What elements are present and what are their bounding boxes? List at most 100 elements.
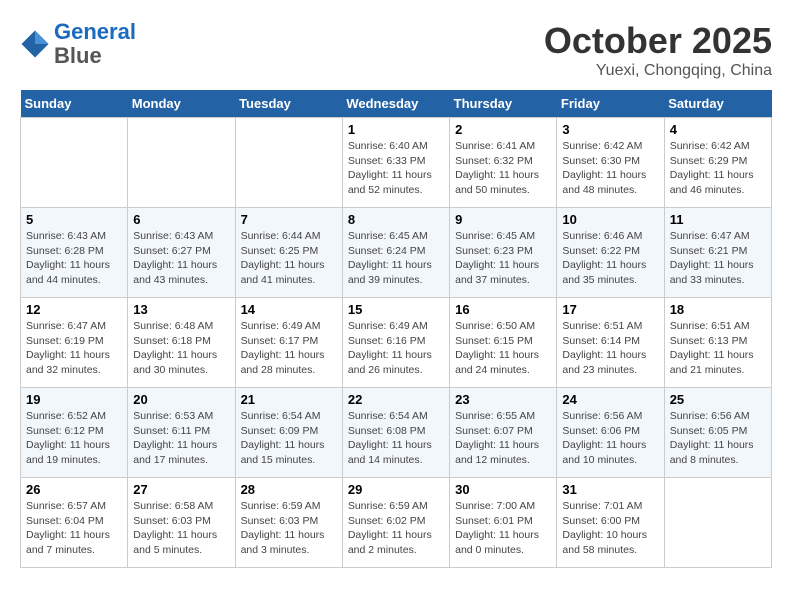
day-info: Sunrise: 6:54 AM Sunset: 6:09 PM Dayligh… bbox=[241, 409, 337, 468]
calendar-cell bbox=[664, 478, 771, 568]
day-info: Sunrise: 6:49 AM Sunset: 6:16 PM Dayligh… bbox=[348, 319, 444, 378]
day-number: 14 bbox=[241, 302, 337, 317]
calendar-cell: 27Sunrise: 6:58 AM Sunset: 6:03 PM Dayli… bbox=[128, 478, 235, 568]
page-title: October 2025 bbox=[544, 20, 772, 62]
day-info: Sunrise: 6:56 AM Sunset: 6:06 PM Dayligh… bbox=[562, 409, 658, 468]
day-number: 3 bbox=[562, 122, 658, 137]
day-number: 16 bbox=[455, 302, 551, 317]
calendar-cell: 16 Sunrise: 6:50 AM Sunset: 6:15 PM Dayli… bbox=[450, 298, 557, 388]
calendar-cell: 13Sunrise: 6:48 AM Sunset: 6:18 PM Dayli… bbox=[128, 298, 235, 388]
calendar-cell: 29 Sunrise: 6:59 AM Sunset: 6:02 PM Dayli… bbox=[342, 478, 449, 568]
weekday-header: Tuesday bbox=[235, 90, 342, 118]
calendar-cell: 15 Sunrise: 6:49 AM Sunset: 6:16 PM Dayli… bbox=[342, 298, 449, 388]
day-number: 2 bbox=[455, 122, 551, 137]
day-info: Sunrise: 6:43 AM Sunset: 6:28 PM Dayligh… bbox=[26, 229, 122, 288]
day-number: 4 bbox=[670, 122, 766, 137]
weekday-header: Wednesday bbox=[342, 90, 449, 118]
calendar-cell: 25 Sunrise: 6:56 AM Sunset: 6:05 PM Dayli… bbox=[664, 388, 771, 478]
day-info: Sunrise: 6:58 AM Sunset: 6:03 PM Dayligh… bbox=[133, 499, 229, 558]
day-info: Sunrise: 6:56 AM Sunset: 6:05 PM Dayligh… bbox=[670, 409, 766, 468]
calendar-cell: 22 Sunrise: 6:54 AM Sunset: 6:08 PM Dayli… bbox=[342, 388, 449, 478]
page-subtitle: Yuexi, Chongqing, China bbox=[544, 62, 772, 80]
calendar-cell bbox=[235, 118, 342, 208]
calendar-cell: 14Sunrise: 6:49 AM Sunset: 6:17 PM Dayli… bbox=[235, 298, 342, 388]
calendar-cell: 31Sunrise: 7:01 AM Sunset: 6:00 PM Dayli… bbox=[557, 478, 664, 568]
day-number: 12 bbox=[26, 302, 122, 317]
title-block: October 2025 Yuexi, Chongqing, China bbox=[544, 20, 772, 80]
calendar-week-row: 12 Sunrise: 6:47 AM Sunset: 6:19 PM Dayli… bbox=[21, 298, 772, 388]
day-number: 22 bbox=[348, 392, 444, 407]
day-number: 28 bbox=[241, 482, 337, 497]
day-info: Sunrise: 6:51 AM Sunset: 6:13 PM Dayligh… bbox=[670, 319, 766, 378]
day-info: Sunrise: 6:45 AM Sunset: 6:24 PM Dayligh… bbox=[348, 229, 444, 288]
day-info: Sunrise: 6:51 AM Sunset: 6:14 PM Dayligh… bbox=[562, 319, 658, 378]
calendar-cell bbox=[128, 118, 235, 208]
day-info: Sunrise: 6:42 AM Sunset: 6:29 PM Dayligh… bbox=[670, 139, 766, 198]
calendar-cell: 6 Sunrise: 6:43 AM Sunset: 6:27 PM Daylig… bbox=[128, 208, 235, 298]
logo-icon bbox=[20, 29, 50, 59]
day-info: Sunrise: 6:52 AM Sunset: 6:12 PM Dayligh… bbox=[26, 409, 122, 468]
weekday-header: Saturday bbox=[664, 90, 771, 118]
day-number: 19 bbox=[26, 392, 122, 407]
day-info: Sunrise: 6:42 AM Sunset: 6:30 PM Dayligh… bbox=[562, 139, 658, 198]
day-number: 5 bbox=[26, 212, 122, 227]
day-info: Sunrise: 6:57 AM Sunset: 6:04 PM Dayligh… bbox=[26, 499, 122, 558]
calendar-week-row: 1Sunrise: 6:40 AM Sunset: 6:33 PM Daylig… bbox=[21, 118, 772, 208]
day-number: 9 bbox=[455, 212, 551, 227]
day-number: 17 bbox=[562, 302, 658, 317]
weekday-header: Friday bbox=[557, 90, 664, 118]
day-number: 25 bbox=[670, 392, 766, 407]
calendar-week-row: 26 Sunrise: 6:57 AM Sunset: 6:04 PM Dayli… bbox=[21, 478, 772, 568]
calendar-cell: 12 Sunrise: 6:47 AM Sunset: 6:19 PM Dayli… bbox=[21, 298, 128, 388]
weekday-header: Thursday bbox=[450, 90, 557, 118]
calendar-cell: 21 Sunrise: 6:54 AM Sunset: 6:09 PM Dayli… bbox=[235, 388, 342, 478]
day-number: 23 bbox=[455, 392, 551, 407]
day-number: 7 bbox=[241, 212, 337, 227]
calendar-cell: 11 Sunrise: 6:47 AM Sunset: 6:21 PM Dayli… bbox=[664, 208, 771, 298]
calendar-cell: 2 Sunrise: 6:41 AM Sunset: 6:32 PM Daylig… bbox=[450, 118, 557, 208]
calendar-cell: 10Sunrise: 6:46 AM Sunset: 6:22 PM Dayli… bbox=[557, 208, 664, 298]
calendar-cell: 28 Sunrise: 6:59 AM Sunset: 6:03 PM Dayli… bbox=[235, 478, 342, 568]
calendar-cell bbox=[21, 118, 128, 208]
day-info: Sunrise: 6:59 AM Sunset: 6:02 PM Dayligh… bbox=[348, 499, 444, 558]
calendar-cell: 23 Sunrise: 6:55 AM Sunset: 6:07 PM Dayli… bbox=[450, 388, 557, 478]
logo: GeneralBlue bbox=[20, 20, 136, 68]
day-info: Sunrise: 6:47 AM Sunset: 6:19 PM Dayligh… bbox=[26, 319, 122, 378]
day-info: Sunrise: 7:00 AM Sunset: 6:01 PM Dayligh… bbox=[455, 499, 551, 558]
day-info: Sunrise: 6:41 AM Sunset: 6:32 PM Dayligh… bbox=[455, 139, 551, 198]
day-info: Sunrise: 6:53 AM Sunset: 6:11 PM Dayligh… bbox=[133, 409, 229, 468]
page-header: GeneralBlue October 2025 Yuexi, Chongqin… bbox=[20, 20, 772, 80]
calendar-cell: 8Sunrise: 6:45 AM Sunset: 6:24 PM Daylig… bbox=[342, 208, 449, 298]
day-number: 24 bbox=[562, 392, 658, 407]
calendar-cell: 5 Sunrise: 6:43 AM Sunset: 6:28 PM Daylig… bbox=[21, 208, 128, 298]
day-number: 26 bbox=[26, 482, 122, 497]
calendar-cell: 4 Sunrise: 6:42 AM Sunset: 6:29 PM Daylig… bbox=[664, 118, 771, 208]
day-info: Sunrise: 7:01 AM Sunset: 6:00 PM Dayligh… bbox=[562, 499, 658, 558]
day-number: 11 bbox=[670, 212, 766, 227]
logo-text: GeneralBlue bbox=[54, 20, 136, 68]
calendar-cell: 9Sunrise: 6:45 AM Sunset: 6:23 PM Daylig… bbox=[450, 208, 557, 298]
day-number: 10 bbox=[562, 212, 658, 227]
calendar-cell: 3 Sunrise: 6:42 AM Sunset: 6:30 PM Daylig… bbox=[557, 118, 664, 208]
calendar-week-row: 19 Sunrise: 6:52 AM Sunset: 6:12 PM Dayli… bbox=[21, 388, 772, 478]
day-info: Sunrise: 6:43 AM Sunset: 6:27 PM Dayligh… bbox=[133, 229, 229, 288]
day-info: Sunrise: 6:47 AM Sunset: 6:21 PM Dayligh… bbox=[670, 229, 766, 288]
day-number: 21 bbox=[241, 392, 337, 407]
day-info: Sunrise: 6:50 AM Sunset: 6:15 PM Dayligh… bbox=[455, 319, 551, 378]
day-info: Sunrise: 6:55 AM Sunset: 6:07 PM Dayligh… bbox=[455, 409, 551, 468]
day-info: Sunrise: 6:59 AM Sunset: 6:03 PM Dayligh… bbox=[241, 499, 337, 558]
day-number: 6 bbox=[133, 212, 229, 227]
day-number: 13 bbox=[133, 302, 229, 317]
weekday-header: Sunday bbox=[21, 90, 128, 118]
day-number: 15 bbox=[348, 302, 444, 317]
day-number: 20 bbox=[133, 392, 229, 407]
calendar-cell: 19 Sunrise: 6:52 AM Sunset: 6:12 PM Dayli… bbox=[21, 388, 128, 478]
weekday-header-row: SundayMondayTuesdayWednesdayThursdayFrid… bbox=[21, 90, 772, 118]
day-number: 1 bbox=[348, 122, 444, 137]
calendar-cell: 20 Sunrise: 6:53 AM Sunset: 6:11 PM Dayli… bbox=[128, 388, 235, 478]
calendar-cell: 1Sunrise: 6:40 AM Sunset: 6:33 PM Daylig… bbox=[342, 118, 449, 208]
day-number: 29 bbox=[348, 482, 444, 497]
weekday-header: Monday bbox=[128, 90, 235, 118]
calendar-cell: 26 Sunrise: 6:57 AM Sunset: 6:04 PM Dayli… bbox=[21, 478, 128, 568]
day-info: Sunrise: 6:54 AM Sunset: 6:08 PM Dayligh… bbox=[348, 409, 444, 468]
